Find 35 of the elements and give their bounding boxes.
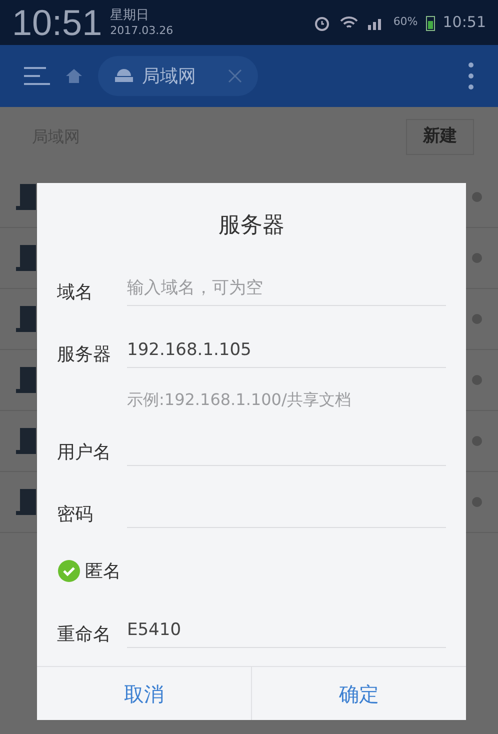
more-icon[interactable] [468, 62, 474, 90]
tab-label: 局域网 [142, 64, 196, 88]
status-dot [472, 192, 482, 202]
close-icon[interactable] [228, 69, 242, 83]
field-label: 服务器 [57, 343, 112, 367]
status-dot [472, 436, 482, 446]
menu-icon[interactable] [24, 66, 50, 86]
router-icon [114, 69, 134, 83]
status-dot [472, 314, 482, 324]
dialog-title: 服务器 [218, 212, 286, 240]
dialog-button[interactable]: 确定 [251, 667, 466, 720]
field-label: 密码 [57, 503, 94, 527]
field-label: 重命名 [57, 623, 112, 647]
location-tab[interactable]: 局域网 [98, 56, 258, 96]
field-label: 域名 [57, 281, 94, 305]
status-dot [472, 253, 482, 263]
weekday: 星期日 [110, 8, 150, 24]
dialog-button[interactable]: 取消 [37, 667, 251, 720]
field-label: 用户名 [57, 441, 112, 465]
battery-icon [426, 14, 435, 30]
home-icon[interactable] [66, 69, 82, 83]
input-field[interactable]: 192.168.1.105 [127, 338, 446, 368]
new-button[interactable]: 新建 [406, 119, 474, 155]
checkbox[interactable] [57, 559, 81, 583]
status-time: 10:51 [442, 12, 486, 34]
status-dot [472, 375, 482, 385]
input-field[interactable]: E5410 [127, 618, 446, 648]
checkbox-label: 匿名 [85, 560, 121, 584]
wifi-icon [339, 14, 360, 30]
battery-percent: 60% [393, 14, 418, 30]
date: 2017.03.26 [110, 24, 174, 38]
status-dot [472, 497, 482, 507]
input-field[interactable]: 输入域名，可为空 [127, 276, 446, 306]
example-hint: 示例:192.168.1.100/共享文档 [127, 389, 352, 411]
clock: 10:51 [12, 4, 102, 40]
